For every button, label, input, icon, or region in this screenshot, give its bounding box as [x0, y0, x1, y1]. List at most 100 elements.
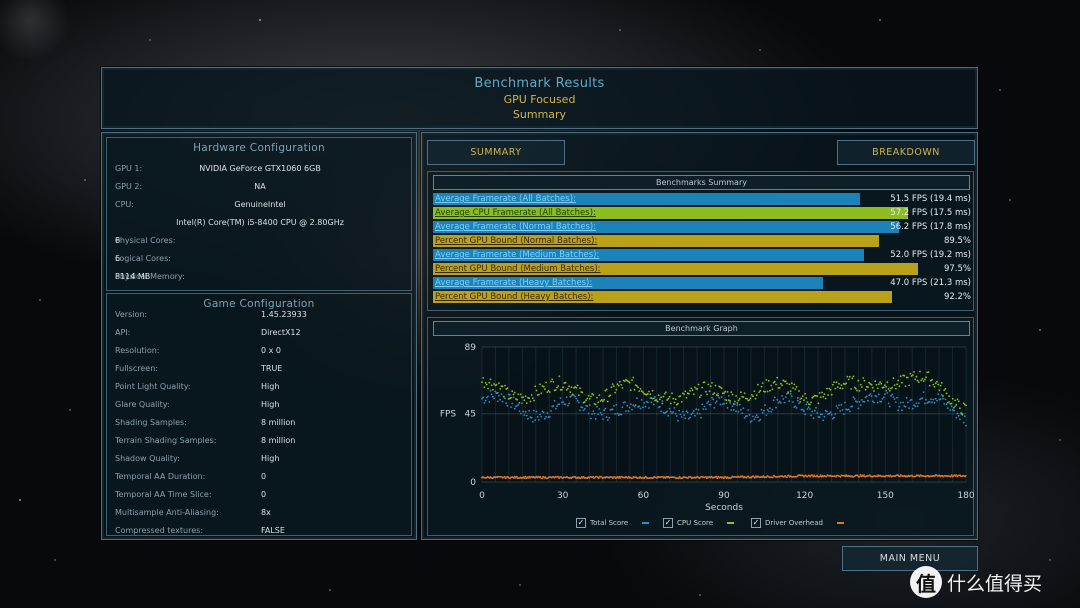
watermark: 值 什么值得买 — [910, 566, 1042, 598]
total-score-point — [640, 399, 643, 401]
driver-overhead-point — [597, 477, 600, 480]
watermark-logo-icon: 值 — [910, 566, 942, 598]
legend-driver-overhead[interactable]: ✓ Driver Overhead — [751, 518, 844, 528]
total-score-point — [576, 399, 579, 402]
cpu-score-point — [738, 397, 741, 400]
total-score-point — [748, 414, 751, 416]
cpu-score-point — [651, 389, 654, 392]
cpu-score-point — [928, 384, 931, 387]
total-score-point — [804, 413, 806, 416]
total-score-point — [782, 398, 785, 400]
total-score-point — [942, 397, 944, 400]
cpu-score-point — [568, 385, 570, 388]
total-score-point — [701, 403, 704, 406]
legend-driver-overhead-checkbox[interactable]: ✓ — [751, 518, 761, 528]
legend-total-score-checkbox[interactable]: ✓ — [576, 518, 586, 528]
total-score-point — [702, 408, 705, 410]
cpu-score-point — [556, 386, 558, 389]
cpu-score-point — [946, 401, 949, 404]
total-score-point — [674, 412, 677, 415]
total-score-point — [873, 401, 875, 404]
total-score-point — [946, 407, 949, 409]
total-score-point — [602, 418, 604, 421]
total-score-point — [933, 401, 936, 404]
cpu-score-point — [534, 385, 537, 388]
game-value: FALSE — [261, 526, 285, 535]
cpu-score-point — [803, 399, 805, 402]
cpu-score-point — [663, 392, 666, 395]
cpu-score-point — [775, 383, 777, 386]
cpu-score-point — [858, 390, 861, 392]
total-score-point — [732, 409, 735, 411]
driver-overhead-point — [524, 475, 527, 478]
cpu-score-point — [835, 381, 838, 384]
tab-breakdown[interactable]: BREAKDOWN — [837, 140, 975, 165]
total-score-point — [838, 404, 840, 406]
cpu-score-point — [914, 378, 917, 381]
cpu-score-point — [764, 390, 766, 393]
cpu-score-point — [510, 396, 512, 399]
cpu-score-point — [809, 403, 811, 406]
total-score-point — [882, 396, 885, 399]
cpu-score-point — [487, 387, 489, 390]
summary-label: Percent GPU Bound (Heavy Batches): — [435, 292, 594, 302]
total-score-point — [597, 413, 600, 416]
cpu-score-point — [697, 383, 700, 386]
total-score-point — [556, 405, 558, 407]
cpu-score-point — [823, 393, 826, 395]
driver-overhead-point — [557, 475, 560, 478]
summary-row: Percent GPU Bound (Heavy Batches): 92.2% — [433, 291, 973, 303]
cpu-score-point — [799, 401, 802, 403]
hardware-value: GenuineIntel — [234, 200, 286, 209]
cpu-score-point — [542, 385, 545, 388]
cpu-score-point — [629, 389, 632, 391]
total-score-point — [857, 407, 860, 410]
cpu-score-point — [611, 383, 614, 386]
cpu-score-point — [921, 377, 924, 380]
total-score-point — [492, 395, 494, 398]
total-score-point — [697, 408, 700, 411]
cpu-score-point — [833, 381, 835, 384]
total-score-point — [496, 400, 499, 403]
total-score-point — [499, 398, 502, 401]
hardware-row: Physical Cores: 6 — [115, 236, 405, 248]
total-score-point — [638, 405, 641, 408]
cpu-score-point — [800, 397, 803, 400]
legend-cpu-score[interactable]: ✓ CPU Score — [663, 518, 735, 528]
total-score-point — [706, 402, 708, 404]
cpu-score-point — [936, 380, 938, 383]
tab-summary[interactable]: SUMMARY — [427, 140, 565, 165]
driver-overhead-point — [715, 475, 718, 478]
cpu-score-point — [483, 386, 486, 389]
legend-total-score[interactable]: ✓ Total Score — [576, 518, 650, 528]
total-score-point — [599, 412, 602, 414]
cpu-score-point — [847, 378, 850, 381]
cpu-score-point — [730, 391, 733, 393]
cpu-score-point — [885, 385, 887, 388]
cpu-score-point — [742, 396, 745, 398]
total-score-point — [904, 405, 907, 408]
total-score-point — [778, 400, 781, 403]
cpu-score-point — [857, 379, 860, 382]
cpu-score-point — [746, 397, 748, 400]
cpu-score-point — [590, 395, 592, 398]
game-value: High — [261, 454, 280, 463]
legend-cpu-score-checkbox[interactable]: ✓ — [663, 518, 673, 528]
total-score-point — [896, 396, 898, 399]
game-row: Terrain Shading Samples: 8 million — [115, 436, 405, 448]
total-score-point — [726, 407, 729, 409]
total-score-point — [675, 415, 678, 417]
cpu-score-point — [623, 380, 626, 382]
cpu-score-point — [545, 381, 547, 384]
cpu-score-point — [888, 389, 891, 392]
cpu-score-point — [717, 394, 719, 397]
cpu-score-point — [859, 383, 862, 386]
total-score-point — [880, 400, 883, 403]
total-score-point — [780, 402, 782, 404]
benchmarks-summary: Benchmarks Summary Average Framerate (Al… — [427, 171, 974, 311]
cpu-score-point — [498, 382, 500, 384]
cpu-score-point — [830, 393, 833, 396]
total-score-point — [876, 401, 879, 404]
total-score-point — [955, 416, 958, 419]
total-score-point — [937, 393, 940, 395]
